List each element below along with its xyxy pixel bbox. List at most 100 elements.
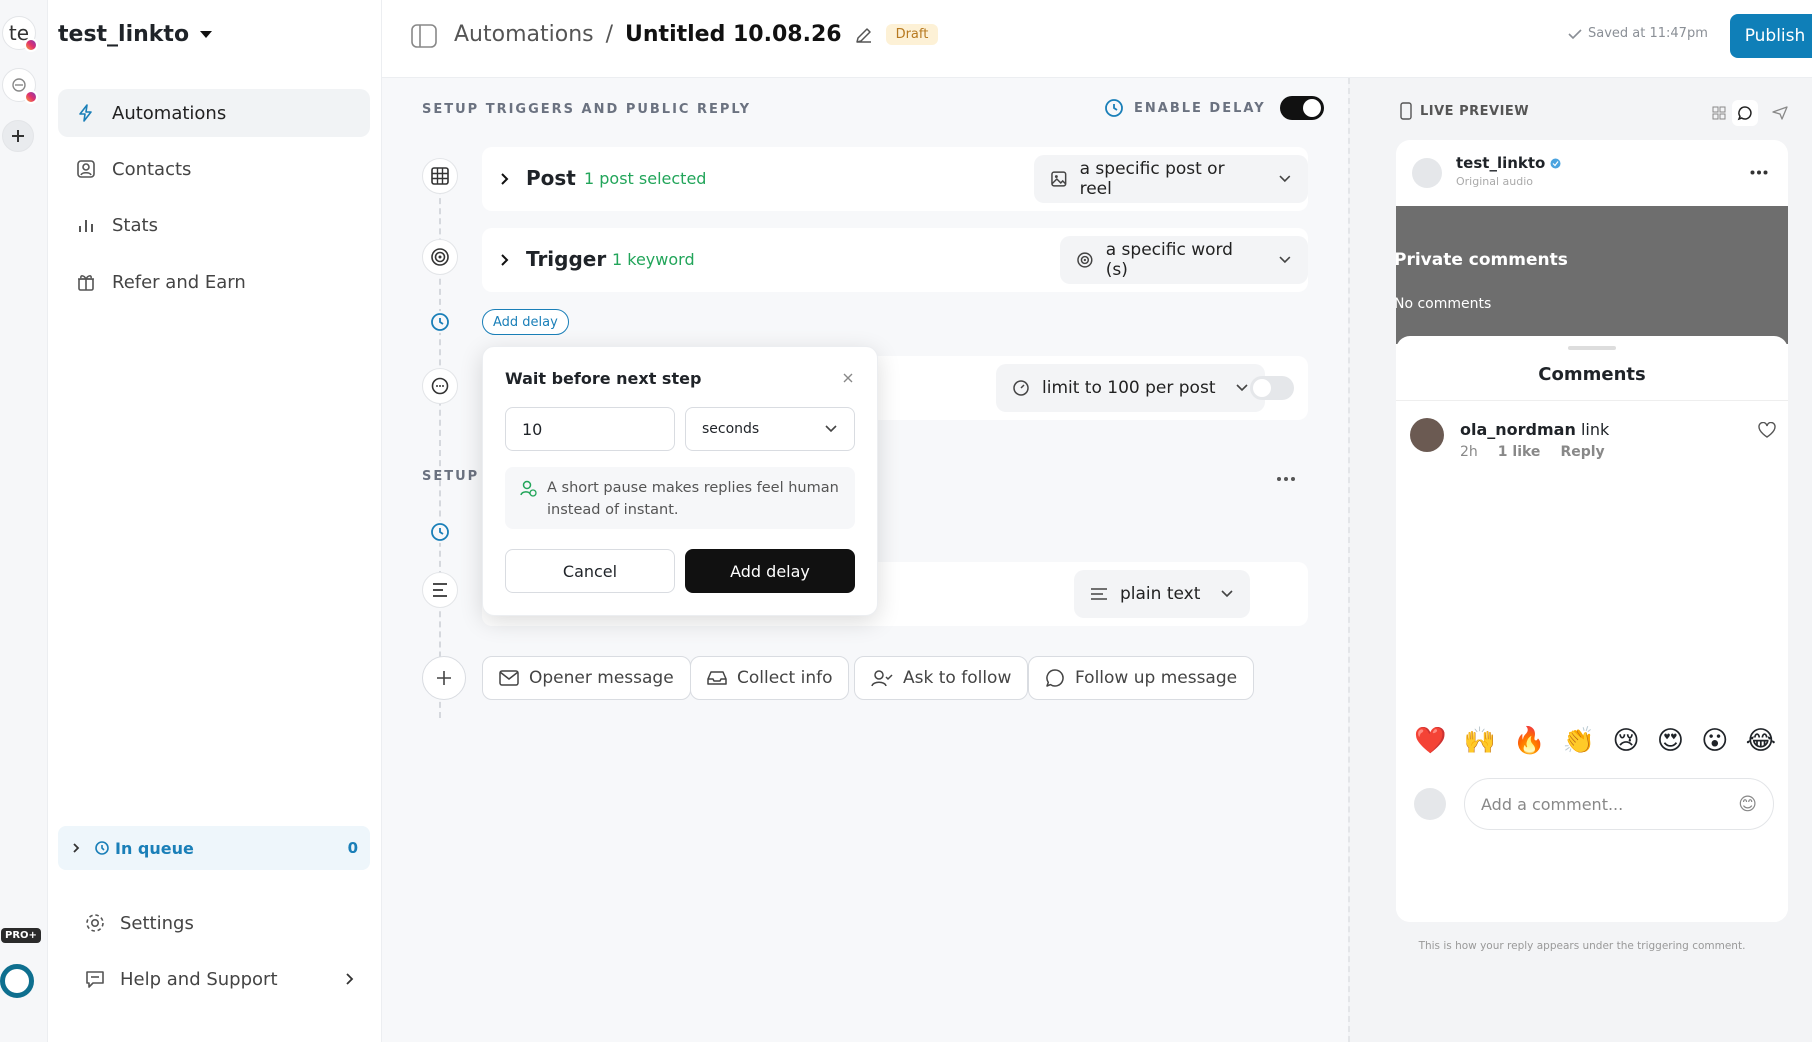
add-account-button[interactable] <box>2 120 34 152</box>
live-preview-panel: LIVE PREVIEW test_linkto Original audio … <box>1348 78 1812 1042</box>
grid-view-icon[interactable] <box>1712 106 1726 120</box>
chip-label: Ask to follow <box>903 668 1012 688</box>
more-options-icon[interactable] <box>1276 476 1296 482</box>
account-name: test_linkto <box>58 22 190 47</box>
emoji-heart-eyes[interactable]: 😍 <box>1657 728 1684 754</box>
chevron-down-icon <box>1236 384 1249 392</box>
trigger-step-summary: 1 keyword <box>612 250 695 269</box>
live-preview-header: LIVE PREVIEW <box>1400 102 1529 120</box>
comment-bubble-icon <box>1737 106 1752 121</box>
sidebar-item-automations[interactable]: Automations <box>58 89 370 137</box>
live-preview-label: LIVE PREVIEW <box>1420 103 1530 119</box>
chevron-down-icon <box>825 425 837 433</box>
heart-icon[interactable] <box>1758 422 1776 438</box>
enable-delay-toggle[interactable] <box>1279 96 1324 120</box>
post-media-area: Private comments No comments <box>1396 206 1788 344</box>
clock-icon <box>1105 99 1123 117</box>
emoji-laugh[interactable]: 😂 <box>1746 728 1776 754</box>
post-type-value: a specific post or reel <box>1079 159 1225 199</box>
avatar <box>1412 158 1442 188</box>
popover-title: Wait before next step <box>505 369 702 388</box>
close-icon[interactable] <box>843 373 853 383</box>
clock-icon <box>431 523 449 541</box>
comment-username[interactable]: ola_nordman <box>1460 420 1576 439</box>
edit-pencil-icon[interactable] <box>854 25 874 45</box>
plus-icon <box>437 671 451 685</box>
gift-icon <box>78 275 94 291</box>
settings-link[interactable]: Settings <box>84 912 194 934</box>
comment-likes[interactable]: 1 like <box>1498 444 1541 460</box>
gear-icon <box>86 914 104 932</box>
check-icon <box>1568 28 1582 39</box>
add-delay-button[interactable]: Add delay <box>685 549 855 593</box>
sheet-handle[interactable] <box>1568 346 1616 350</box>
comments-title: Comments <box>1538 364 1646 385</box>
comments-sheet: Comments ola_nordman link 2h 1 like Repl… <box>1396 336 1788 922</box>
chip-label: Collect info <box>737 668 833 688</box>
delay-hint: A short pause makes replies feel human i… <box>505 467 855 529</box>
emoji-heart[interactable]: ❤️ <box>1414 728 1446 754</box>
comment-reply[interactable]: Reply <box>1560 444 1604 460</box>
add-step-button[interactable] <box>422 656 466 700</box>
bolt-icon <box>79 104 92 122</box>
sidebar-item-refer[interactable]: Refer and Earn <box>58 258 370 306</box>
publish-button[interactable]: Publish <box>1730 14 1812 58</box>
sidebar-item-stats[interactable]: Stats <box>58 201 370 249</box>
cancel-button[interactable]: Cancel <box>505 549 675 593</box>
chip-opener-message[interactable]: Opener message <box>482 656 691 700</box>
comment-view-tab[interactable] <box>1732 100 1758 126</box>
message-format-dropdown[interactable]: plain text <box>1074 570 1251 618</box>
commenter-avatar <box>1410 418 1444 452</box>
add-comment-input[interactable]: Add a comment... 😊 <box>1464 778 1774 830</box>
queue-panel[interactable]: In queue 0 <box>58 826 370 870</box>
reply-step-icon <box>422 368 458 404</box>
post-step-card[interactable]: Post 1 post selected a specific post or … <box>482 147 1308 211</box>
chip-collect-info[interactable]: Collect info <box>690 656 850 700</box>
brand-logo-icon[interactable] <box>0 964 34 998</box>
sidebar-toggle-icon[interactable] <box>411 24 437 48</box>
sidebar-item-label: Stats <box>112 214 158 236</box>
trigger-step-card[interactable]: Trigger 1 keyword a specific word (s) <box>482 228 1308 292</box>
account-selector[interactable]: test_linkto <box>58 22 213 47</box>
text-align-icon <box>433 583 447 597</box>
more-options-icon <box>1750 170 1768 175</box>
post-type-dropdown[interactable]: a specific post or reel <box>1034 155 1308 203</box>
message-format-value: plain text <box>1120 584 1201 604</box>
smile-emoji-button[interactable]: 😊 <box>1738 794 1757 815</box>
delay-amount-input[interactable]: 10 <box>505 407 675 451</box>
top-header: Automations / Untitled 10.08.26 Draft Sa… <box>382 0 1812 78</box>
breadcrumb: Automations / Untitled 10.08.26 Draft <box>454 22 939 47</box>
post-step-title: Post <box>526 166 576 190</box>
reply-toggle[interactable] <box>1250 376 1294 400</box>
target-icon <box>1077 252 1093 268</box>
chip-follow-up-message[interactable]: Follow up message <box>1028 656 1255 700</box>
account-switch-test-linkto[interactable]: te <box>2 16 38 52</box>
delay-unit-select[interactable]: seconds <box>685 407 855 451</box>
chip-ask-to-follow[interactable]: Ask to follow <box>854 656 1029 700</box>
page-title: Untitled 10.08.26 <box>625 22 842 47</box>
chevron-right-icon <box>346 973 354 985</box>
emoji-raised-hands[interactable]: 🙌 <box>1464 728 1496 754</box>
breadcrumb-separator: / <box>605 22 614 47</box>
chip-label: Opener message <box>529 668 674 688</box>
account-switch-second[interactable] <box>2 68 38 104</box>
sidebar-item-contacts[interactable]: Contacts <box>58 145 370 193</box>
section-title-triggers: SETUP TRIGGERS AND PUBLIC REPLY <box>422 102 752 117</box>
emoji-clap[interactable]: 👏 <box>1563 728 1595 754</box>
emoji-fire[interactable]: 🔥 <box>1513 728 1545 754</box>
emoji-surprised[interactable]: 😮 <box>1701 728 1728 754</box>
delay-hint-text: A short pause makes replies feel human i… <box>547 480 839 518</box>
emoji-cry[interactable]: 😢 <box>1613 728 1640 754</box>
saved-text: Saved at 11:47pm <box>1588 26 1708 41</box>
pro-badge: PRO+ <box>1 928 41 943</box>
send-icon[interactable] <box>1772 106 1788 120</box>
trigger-type-dropdown[interactable]: a specific word (s) <box>1060 236 1308 284</box>
comment-text: link <box>1580 420 1610 439</box>
help-support-link[interactable]: Help and Support <box>84 968 356 990</box>
preview-footer-note: This is how your reply appears under the… <box>1418 940 1746 952</box>
reply-limit-dropdown[interactable]: limit to 100 per post <box>996 364 1266 412</box>
add-delay-chip[interactable]: Add delay <box>482 309 569 335</box>
chevron-down-icon <box>1221 590 1233 598</box>
breadcrumb-automations[interactable]: Automations <box>454 22 594 47</box>
post-step-summary: 1 post selected <box>584 169 707 188</box>
